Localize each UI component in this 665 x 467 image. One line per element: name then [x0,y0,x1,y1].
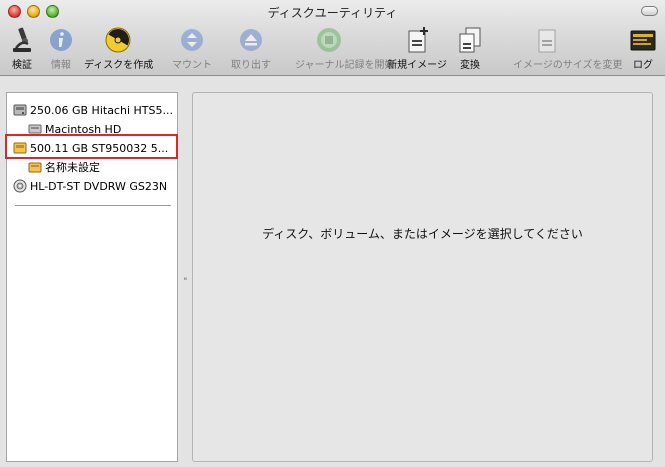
disk-item-label: 250.06 GB Hitachi HTS5... [30,103,173,117]
eject-button[interactable]: 取り出す [231,22,271,72]
resize-image-button[interactable]: イメージのサイズを変更 [513,22,623,72]
window-title: ディスクユーティリティ [267,6,398,20]
resize-image-icon [538,29,556,53]
eject-icon [240,29,262,51]
info-button[interactable]: 情報 [47,22,75,72]
enable-journaling-button[interactable]: ジャーナル記録を開始 [295,22,395,72]
burn-disc-button[interactable]: ディスクを作成 [84,22,153,72]
log-icon [630,30,656,51]
new-image-icon [408,27,428,53]
title-toolbar: ディスクユーティリティ 検証 情報 ディスクを作成 マウント 取り出す ジャーナ… [0,0,665,76]
selection-prompt: ディスク、ボリューム、またはイメージを選択してください [262,227,583,241]
disk-item-label: HL-DT-ST DVDRW GS23N [30,179,168,193]
selection-highlight [5,134,178,159]
mount-button[interactable]: マウント [172,22,212,72]
burn-icon [105,27,131,53]
toolbar: 検証 情報 ディスクを作成 マウント 取り出す ジャーナル記録を開始 新規イメー… [0,22,665,74]
external-volume-icon [28,162,42,173]
disk-item-dvd-drive[interactable]: HL-DT-ST DVDRW GS23N [13,177,167,195]
toolbar-toggle-button[interactable] [641,6,658,16]
volume-item-untitled[interactable]: 名称未設定 [28,158,100,176]
mount-icon [181,29,203,51]
info-icon [50,29,72,51]
disk-utility-window: ディスクユーティリティ 検証 情報 ディスクを作成 マウント 取り出す ジャーナ… [0,0,665,467]
split-view-handle[interactable]: ⁌ [183,275,188,285]
volume-item-label: 名称未設定 [45,161,100,174]
microscope-icon [13,27,31,52]
optical-drive-icon [13,179,27,193]
convert-button[interactable]: 変換 [456,22,484,72]
sidebar-separator [15,205,171,207]
disk-item-hitachi[interactable]: 250.06 GB Hitachi HTS5... [13,101,173,119]
new-image-button[interactable]: 新規イメージ [387,22,447,72]
log-button[interactable]: ログ [629,22,657,72]
hard-disk-icon [13,104,27,116]
convert-icon [459,27,481,53]
journal-icon [317,28,341,52]
detail-panel: ディスク、ボリューム、またはイメージを選択してください [192,92,653,462]
